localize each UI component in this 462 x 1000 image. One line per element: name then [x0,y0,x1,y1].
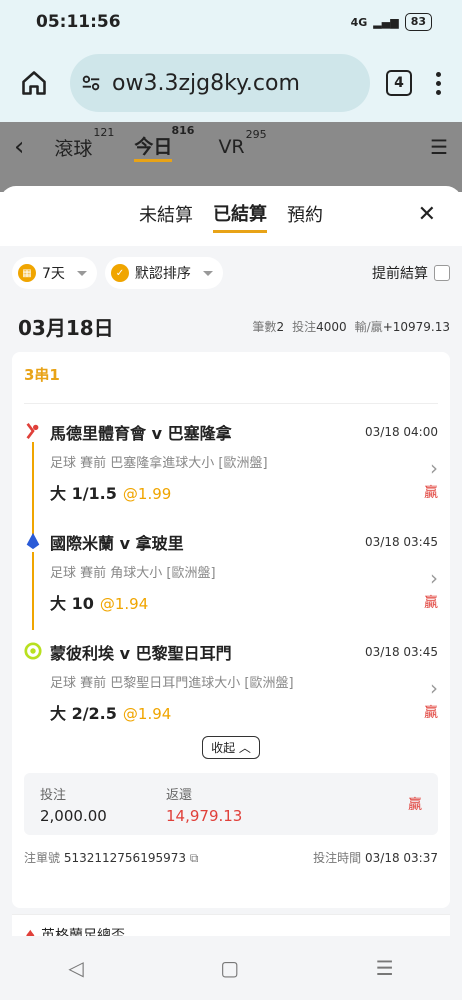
match-name: 國際米蘭 v 拿玻里 [50,534,184,553]
stake-value: 2,000.00 [40,806,107,825]
bet-leg[interactable]: 蒙彼利埃 v 巴黎聖日耳門 03/18 03:45 足球 賽前 巴黎聖日耳門進球… [24,640,438,724]
address-bar[interactable]: ow3.3zjg8ky.com [70,54,370,112]
date-title: 03月18日 [18,315,114,340]
home-nav-icon[interactable]: ▢ [220,956,239,980]
match-time: 03/18 04:00 [365,425,438,439]
sort-filter[interactable]: ✓ 默認排序 [104,257,223,289]
market-desc: 足球 賽前 巴塞隆拿進球大小 [歐洲盤] › [50,456,438,480]
bet-type: 3串1 [24,364,438,404]
return-label: 返還 [166,787,193,803]
bet-records-sheet: 未結算 已結算 預約 ✕ ▦ 7天 ✓ 默認排序 提前結算 03月18日 筆數2… [0,186,462,936]
days-filter[interactable]: ▦ 7天 [12,257,97,289]
chevron-right-icon: › [430,676,438,700]
back-nav-icon[interactable]: ◁ [68,956,83,980]
laliga-icon [26,422,39,440]
copy-icon[interactable]: ⧉ [190,851,199,865]
early-settle-label: 提前結算 [372,266,428,282]
url-text: ow3.3zjg8ky.com [112,70,300,96]
selection: 大 1/1.5 @1.99 [50,484,172,503]
leg-result: 贏 [424,485,438,501]
bet-footer: 注單號 5132112756195973 ⧉ 投注時間 03/18 03:37 [24,851,438,865]
days-filter-label: 7天 [42,266,65,282]
filter-settings-icon[interactable]: ☰ [430,135,448,159]
market-desc: 足球 賽前 角球大小 [歐洲盤] › [50,566,438,590]
chevron-down-icon [202,270,213,276]
match-name: 馬德里體育會 v 巴塞隆拿 [50,424,232,443]
bet-result: 贏 [408,797,422,813]
background-nav: ‹ 滾球 121 今日 816 VR 295 ☰ [0,122,462,172]
tab-vr[interactable]: VR 295 [218,128,266,158]
bet-card: 3串1 馬德里體育會 v 巴塞隆拿 03/18 04:00 足球 賽前 巴塞隆拿… [12,352,450,908]
match-time: 03/18 03:45 [365,535,438,549]
tab-reserved[interactable]: 預約 [287,201,323,231]
match-name: 蒙彼利埃 v 巴黎聖日耳門 [50,644,232,663]
filter-row: ▦ 7天 ✓ 默認排序 提前結算 [0,246,462,300]
background-overlay[interactable]: ‹ 滾球 121 今日 816 VR 295 ☰ [0,122,462,192]
check-circle-icon: ✓ [110,264,129,282]
sheet-header: 未結算 已結算 預約 ✕ [0,186,462,246]
collapse-button[interactable]: 收起 ︿ [202,736,260,759]
sort-filter-label: 默認排序 [134,266,191,282]
ligue1-icon [24,642,42,660]
match-time: 03/18 03:45 [365,645,438,659]
chevron-right-icon: › [430,566,438,590]
bet-list: 3串1 馬德里體育會 v 巴塞隆拿 03/18 04:00 足球 賽前 巴塞隆拿… [0,352,462,936]
seriea-icon [26,532,40,550]
tab-live[interactable]: 滾球 121 [54,126,114,161]
selection: 大 10 @1.94 [50,594,149,613]
signal-icon: 4G [350,15,368,29]
close-icon[interactable]: ✕ [418,202,436,227]
tab-today[interactable]: 今日 816 [134,124,194,162]
tab-switcher-button[interactable]: 4 [386,70,412,96]
site-settings-icon[interactable] [80,72,102,94]
chevron-right-icon: › [430,456,438,480]
date-summary: 筆數2 投注4000 輸/贏+10979.13 [252,319,450,334]
status-bar: 05:11:56 4G ▂▄▆ 83 [0,0,462,44]
date-group-header: 03月18日 筆數2 投注4000 輸/贏+10979.13 [0,300,462,352]
back-icon[interactable]: ‹ [14,132,24,162]
calendar-icon: ▦ [18,264,36,282]
early-settle-toggle[interactable]: 提前結算 [372,263,450,283]
bet-leg[interactable]: 國際米蘭 v 拿玻里 03/18 03:45 足球 賽前 角球大小 [歐洲盤] … [24,530,438,630]
browser-menu-icon[interactable] [428,71,448,95]
leg-result: 贏 [424,595,438,611]
system-nav-bar: ◁ ▢ ☰ [0,936,462,1000]
market-desc: 足球 賽前 巴黎聖日耳門進球大小 [歐洲盤] › [50,676,438,700]
home-icon [22,71,46,95]
bet-time: 03/18 03:37 [365,851,438,865]
home-button[interactable] [14,69,54,97]
early-settle-checkbox[interactable] [434,265,450,281]
recents-nav-icon[interactable]: ☰ [376,956,394,980]
browser-toolbar: ow3.3zjg8ky.com 4 [0,44,462,122]
chevron-down-icon [76,270,87,276]
selection: 大 2/2.5 @1.94 [50,704,172,723]
stake-label: 投注 [40,787,67,803]
status-icons: 4G ▂▄▆ 83 [351,13,432,31]
signal-bars-icon: ▂▄▆ [373,15,399,29]
status-time: 05:11:56 [36,12,121,32]
battery-icon: 83 [404,13,432,31]
return-value: 14,979.13 [166,806,243,825]
bet-summary: 投注 2,000.00 返還 14,979.13 贏 [24,773,438,835]
tab-settled[interactable]: 已結算 [213,200,267,233]
ticket-number: 5132112756195973 [63,851,186,865]
bet-leg[interactable]: 馬德里體育會 v 巴塞隆拿 03/18 04:00 足球 賽前 巴塞隆拿進球大小… [24,420,438,546]
tab-unsettled[interactable]: 未結算 [139,201,193,231]
leg-result: 贏 [424,705,438,721]
